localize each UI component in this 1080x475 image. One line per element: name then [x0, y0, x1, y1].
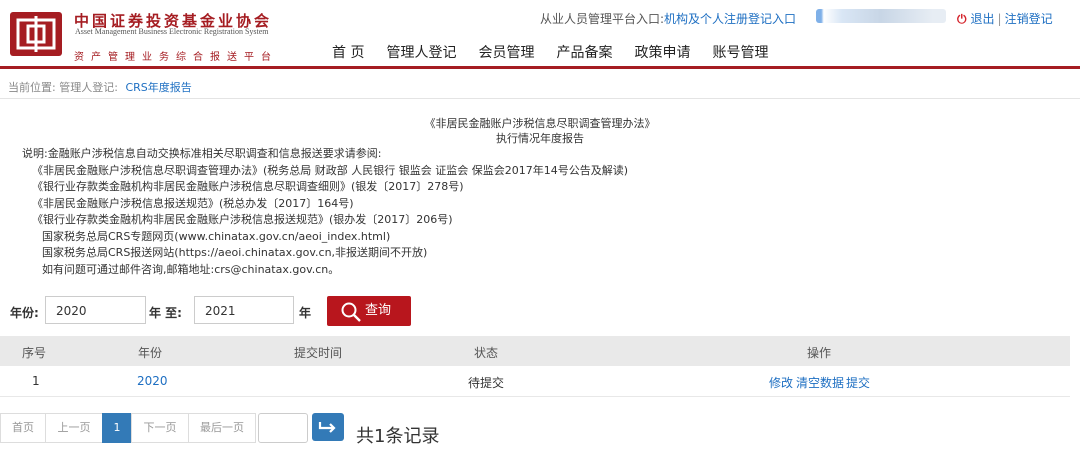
col-submit-time: 提交时间 [294, 346, 343, 360]
org-name-en: Asset Management Business Electronic Reg… [75, 27, 269, 36]
note-line: 《银行业存款类金融机构非居民金融账户涉税信息报送规范》(银办发〔2017〕206… [32, 213, 453, 226]
prev-page-button[interactable]: 上一页 [45, 413, 102, 443]
col-actions: 操作 [807, 346, 832, 360]
entry-label: 从业人员管理平台入口: [540, 12, 665, 26]
submit-link[interactable]: 提交 [846, 374, 870, 391]
note-line: 《非居民金融账户涉税信息尽职调查管理办法》(税务总局 财政部 人民银行 银监会 … [32, 163, 629, 177]
search-button[interactable]: 查询 [327, 296, 411, 326]
report-title: 《非居民金融账户涉税信息尽职调查管理办法》 [424, 117, 656, 130]
platform-name: 资产管理业务综合报送平台 [74, 52, 278, 63]
breadcrumb: 当前位置: 管理人登记: CRS年度报告 [8, 79, 192, 95]
last-page-button[interactable]: 最后一页 [188, 413, 256, 443]
first-page-button[interactable]: 首页 [0, 413, 45, 443]
year-from-input[interactable]: 2020 [45, 296, 146, 324]
note-line: 《银行业存款类金融机构非居民金融账户涉税信息尽职调查细则》(银发〔2017〕27… [32, 180, 464, 193]
nav-home[interactable]: 首 页 [332, 42, 364, 62]
row-index: 1 [32, 374, 40, 388]
nav-member-management[interactable]: 会员管理 [478, 42, 534, 62]
nav-manager-registration[interactable]: 管理人登记 [386, 42, 456, 62]
user-name-redacted [816, 9, 946, 23]
header-divider [0, 66, 1080, 69]
page-number-input[interactable] [258, 413, 308, 443]
note-line: 说明:金融账户涉税信息自动交换标准相关尽职调查和信息报送要求请参阅: [22, 147, 382, 160]
col-status: 状态 [474, 346, 499, 360]
note-line: 《非居民金融账户涉税信息报送规范》(税总办发〔2017〕164号) [32, 196, 354, 210]
edit-link[interactable]: 修改 [769, 374, 793, 391]
entry-area: 从业人员管理平台入口:机构及个人注册登记入口 [540, 10, 796, 27]
breadcrumb-label: 当前位置: [8, 81, 56, 94]
col-year: 年份 [138, 346, 163, 360]
note-line: 国家税务总局CRS报送网站(https://aeoi.chinatax.gov.… [42, 246, 428, 259]
logout-link[interactable]: 退出 [971, 12, 995, 26]
year-to-input[interactable]: 2021 [194, 296, 294, 324]
power-icon: ⏻ [957, 12, 967, 26]
nav-product-filing[interactable]: 产品备案 [556, 42, 612, 62]
nav-policy-application[interactable]: 政策申请 [634, 42, 690, 62]
report-subtitle: 执行情况年度报告 [496, 132, 584, 145]
cancel-registration-link[interactable]: 注销登记 [1005, 12, 1053, 26]
note-line: 如有问题可通过邮件咨询,邮箱地址:crs@chinatax.gov.cn。 [42, 262, 340, 276]
year-label: 年份: [10, 306, 39, 320]
row-status: 待提交 [468, 376, 505, 390]
col-index: 序号 [22, 346, 47, 360]
search-icon [341, 302, 361, 322]
year-suffix-label: 年 [299, 306, 312, 320]
go-page-button[interactable] [312, 413, 344, 441]
next-page-button[interactable]: 下一页 [131, 413, 188, 443]
registration-entry-link[interactable]: 机构及个人注册登记入口 [664, 12, 796, 26]
row-year-link[interactable]: 2020 [137, 374, 168, 388]
breadcrumb-current[interactable]: CRS年度报告 [125, 81, 191, 94]
total-records: 共1条记录 [356, 426, 440, 447]
breadcrumb-parent: 管理人登记: [59, 81, 118, 94]
account-actions: ⏻ 退出 | 注销登记 [957, 10, 1053, 27]
separator: | [997, 12, 1002, 26]
amac-logo [10, 12, 62, 56]
enter-arrow-icon [318, 422, 336, 433]
main-nav: 首 页 管理人登记 会员管理 产品备案 政策申请 账号管理 [332, 42, 790, 62]
nav-account-management[interactable]: 账号管理 [712, 42, 768, 62]
pagination: 首页 上一页 1 下一页 最后一页 [0, 413, 256, 443]
note-line: 国家税务总局CRS专题网页(www.chinatax.gov.cn/aeoi_i… [42, 229, 391, 243]
to-label: 年 至: [149, 306, 182, 320]
header: 中国证券投资基金业协会 Asset Management Business El… [0, 0, 1080, 68]
search-label: 查询 [364, 303, 391, 318]
instructions: 说明:金融账户涉税信息自动交换标准相关尽职调查和信息报送要求请参阅: 《非居民金… [22, 146, 628, 278]
current-page-button[interactable]: 1 [102, 413, 131, 443]
row-divider [0, 396, 1070, 397]
clear-data-link[interactable]: 清空数据 [796, 374, 844, 391]
